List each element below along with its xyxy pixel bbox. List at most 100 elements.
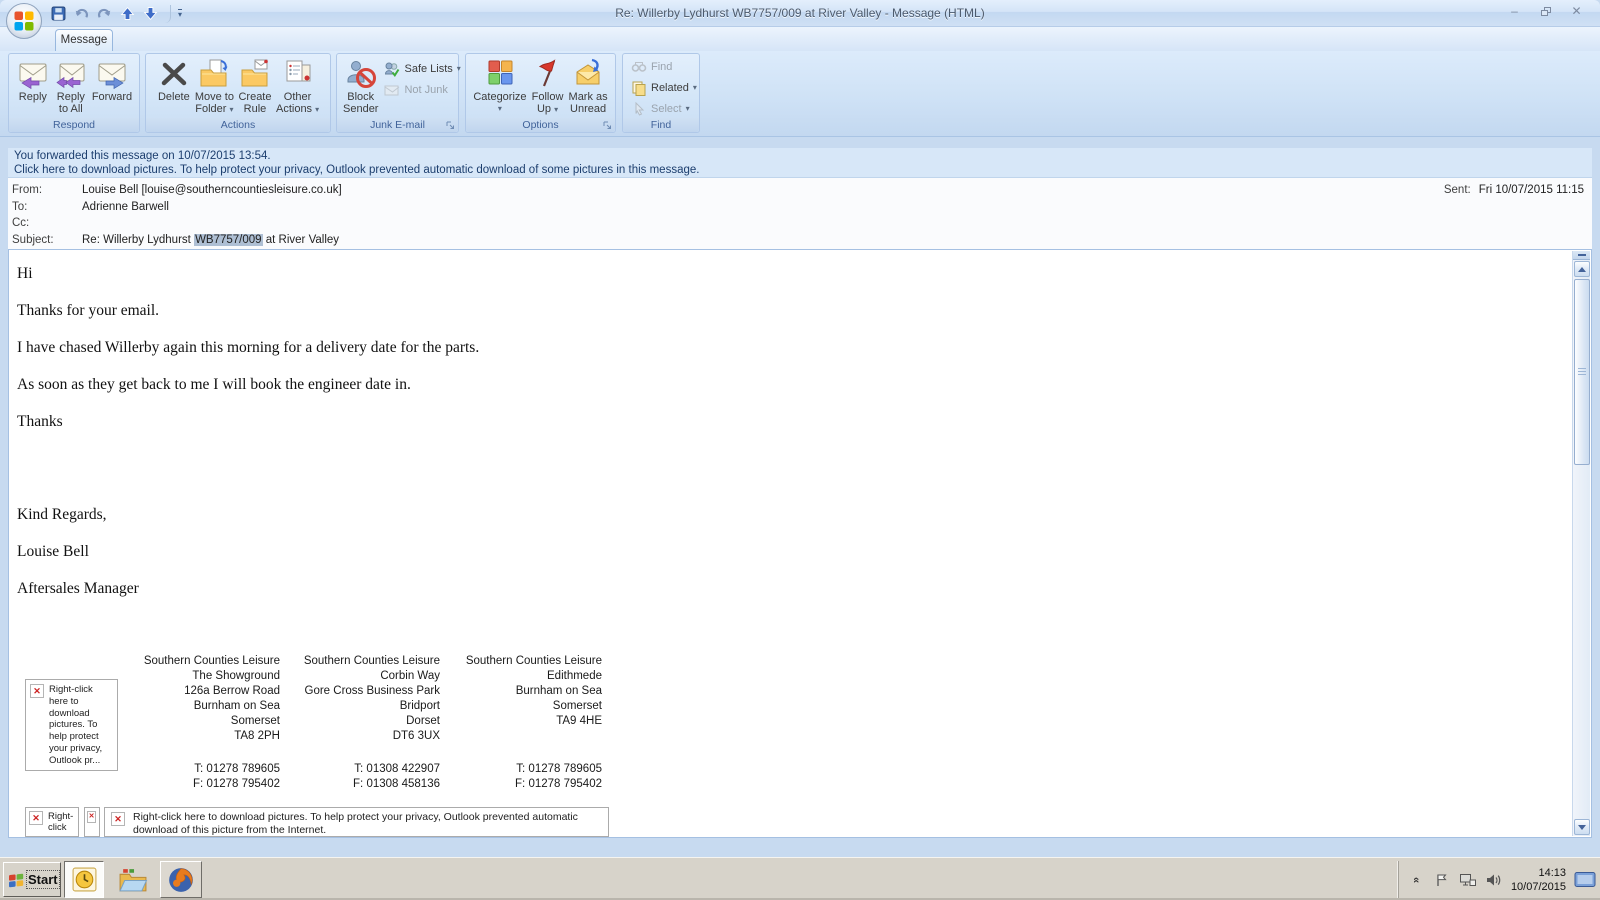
taskbar: Start « 14:13 10/07/2015 <box>0 857 1600 900</box>
group-find: Find Related ▾ Select ▾ Find <box>622 53 700 133</box>
other-actions-icon <box>286 60 311 82</box>
mark-as-unread-icon <box>576 58 600 85</box>
not-junk-button[interactable]: Not Junk <box>380 79 464 100</box>
show-desktop-icon[interactable] <box>1574 871 1596 889</box>
to-value: Adrienne Barwell <box>82 201 169 213</box>
closing-line: Aftersales Manager <box>17 580 139 597</box>
mark-as-unread-button[interactable]: Mark as Unread <box>567 56 610 119</box>
message-header: From: Louise Bell [louise@southerncounti… <box>8 178 1592 249</box>
message-body: Hi Thanks for your email. I have chased … <box>8 249 1592 838</box>
message-text: Hi Thanks for your email. I have chased … <box>9 250 1567 618</box>
reply-to-all-button[interactable]: Reply to All <box>52 56 90 119</box>
close-button[interactable]: ✕ <box>1563 3 1590 19</box>
subject-value: Re: Willerby Lydhurst WB7757/009 at Rive… <box>82 234 340 246</box>
vertical-scrollbar[interactable] <box>1572 251 1590 836</box>
scrollbar-thumb[interactable] <box>1574 279 1590 465</box>
telephone: T: 01278 789605 <box>516 763 602 775</box>
tab-message[interactable]: Message <box>55 29 113 51</box>
related-button[interactable]: Related ▾ <box>627 77 701 98</box>
blocked-image-icon: ✕ <box>30 684 44 698</box>
placeholder-text: Right-click <box>48 811 74 833</box>
delete-icon <box>161 62 187 86</box>
options-dialog-launcher-icon[interactable] <box>602 120 613 131</box>
firefox-icon <box>169 867 193 892</box>
scroll-up-icon <box>1578 266 1586 272</box>
save-icon[interactable] <box>50 6 66 22</box>
start-label: Start <box>26 870 60 889</box>
body-paragraph: As soon as they get back to me I will bo… <box>17 376 411 393</box>
info-bar-line2[interactable]: Click here to download pictures. To help… <box>14 163 1592 177</box>
group-label-find: Find <box>623 118 699 132</box>
restore-icon <box>1540 6 1551 16</box>
dropdown-arrow-icon: ▾ <box>315 105 320 114</box>
taskbar-explorer-button[interactable] <box>112 861 154 898</box>
delete-button[interactable]: Delete <box>155 56 193 119</box>
taskbar-firefox-button[interactable] <box>160 861 202 898</box>
not-junk-icon <box>384 85 400 95</box>
closing-line: Kind Regards, <box>17 506 107 523</box>
taskbar-outlook-button[interactable] <box>64 861 104 898</box>
blocked-image-placeholder[interactable]: ✕ Right-click here to download pictures.… <box>25 679 118 771</box>
office-button[interactable] <box>5 2 43 40</box>
safe-lists-icon <box>385 62 400 77</box>
from-label: From: <box>12 184 43 196</box>
tray-network-icon[interactable] <box>1459 872 1477 888</box>
clock-date: 10/07/2015 <box>1510 880 1566 893</box>
select-button[interactable]: Select ▾ <box>627 98 694 119</box>
sent-value: Fri 10/07/2015 11:15 <box>1478 184 1584 196</box>
tray-flag-icon[interactable] <box>1433 872 1451 888</box>
scroll-down-icon <box>1578 824 1586 830</box>
tray-chevron-icon[interactable]: « <box>1407 872 1425 888</box>
group-label-respond: Respond <box>9 118 139 132</box>
info-bar[interactable]: You forwarded this message on 10/07/2015… <box>8 148 1592 178</box>
other-actions-button[interactable]: Other Actions ▾ <box>274 56 321 119</box>
undo-icon[interactable] <box>73 6 89 22</box>
safe-lists-button[interactable]: Safe Lists ▾ <box>380 58 464 79</box>
categorize-icon <box>488 60 513 85</box>
minimize-button[interactable]: – <box>1501 3 1528 19</box>
create-rule-button[interactable]: Create Rule <box>236 56 274 119</box>
reply-icon <box>19 63 47 90</box>
telephone: T: 01308 422907 <box>354 763 440 775</box>
tray-volume-icon[interactable] <box>1485 872 1503 888</box>
redo-icon[interactable] <box>96 6 112 22</box>
from-value: Louise Bell [louise@southerncountiesleis… <box>82 184 342 196</box>
restore-button[interactable] <box>1532 3 1559 19</box>
group-label-actions: Actions <box>146 118 330 132</box>
dropdown-arrow-icon: ▾ <box>554 105 559 114</box>
previous-item-icon[interactable] <box>119 6 135 22</box>
title-bar[interactable]: ▾ Re: Willerby Lydhurst WB7757/009 at Ri… <box>0 0 1600 27</box>
system-tray: « 14:13 10/07/2015 <box>1397 861 1596 898</box>
dropdown-arrow-icon: ▾ <box>456 63 461 73</box>
follow-up-button[interactable]: Follow Up ▾ <box>529 56 567 119</box>
block-sender-button[interactable]: Block Sender <box>341 56 380 119</box>
window-title: Re: Willerby Lydhurst WB7757/009 at Rive… <box>615 6 985 20</box>
customize-toolbar-icon[interactable]: ▾ <box>178 9 183 19</box>
find-button[interactable]: Find <box>627 56 676 77</box>
sent-label: Sent: <box>1443 184 1471 196</box>
move-to-folder-icon <box>200 59 228 87</box>
blocked-image-placeholder[interactable]: ✕ Right-click <box>25 807 79 837</box>
move-to-folder-button[interactable]: Move to Folder ▾ <box>193 56 236 119</box>
blocked-image-icon: ✕ <box>29 811 43 825</box>
reply-button[interactable]: Reply <box>14 56 52 119</box>
junk-dialog-launcher-icon[interactable] <box>445 120 456 131</box>
scroll-down-button[interactable] <box>1574 819 1590 835</box>
dropdown-arrow-icon: ▾ <box>497 104 502 113</box>
block-sender-icon <box>347 61 376 88</box>
taskbar-clock[interactable]: 14:13 10/07/2015 <box>1511 866 1566 894</box>
placeholder-text: Right-click here to download pictures. T… <box>133 811 578 836</box>
group-label-options: Options <box>466 118 615 132</box>
fax: F: 01278 795402 <box>193 778 280 790</box>
next-item-icon[interactable] <box>142 6 158 22</box>
subject-highlight: WB7757/009 <box>194 234 263 246</box>
blocked-image-placeholder[interactable]: ✕ <box>84 807 100 837</box>
start-button[interactable]: Start <box>3 862 61 897</box>
categorize-button[interactable]: Categorize ▾ <box>471 56 528 119</box>
blocked-image-placeholder[interactable]: ✕ Right-click here to download pictures.… <box>104 807 609 837</box>
reply-all-icon <box>56 63 85 89</box>
group-actions: Delete Move to Folder ▾ Create Rule Othe… <box>145 53 331 133</box>
split-handle[interactable] <box>1573 251 1590 260</box>
forward-button[interactable]: Forward <box>90 56 134 119</box>
scroll-up-button[interactable] <box>1574 261 1590 277</box>
